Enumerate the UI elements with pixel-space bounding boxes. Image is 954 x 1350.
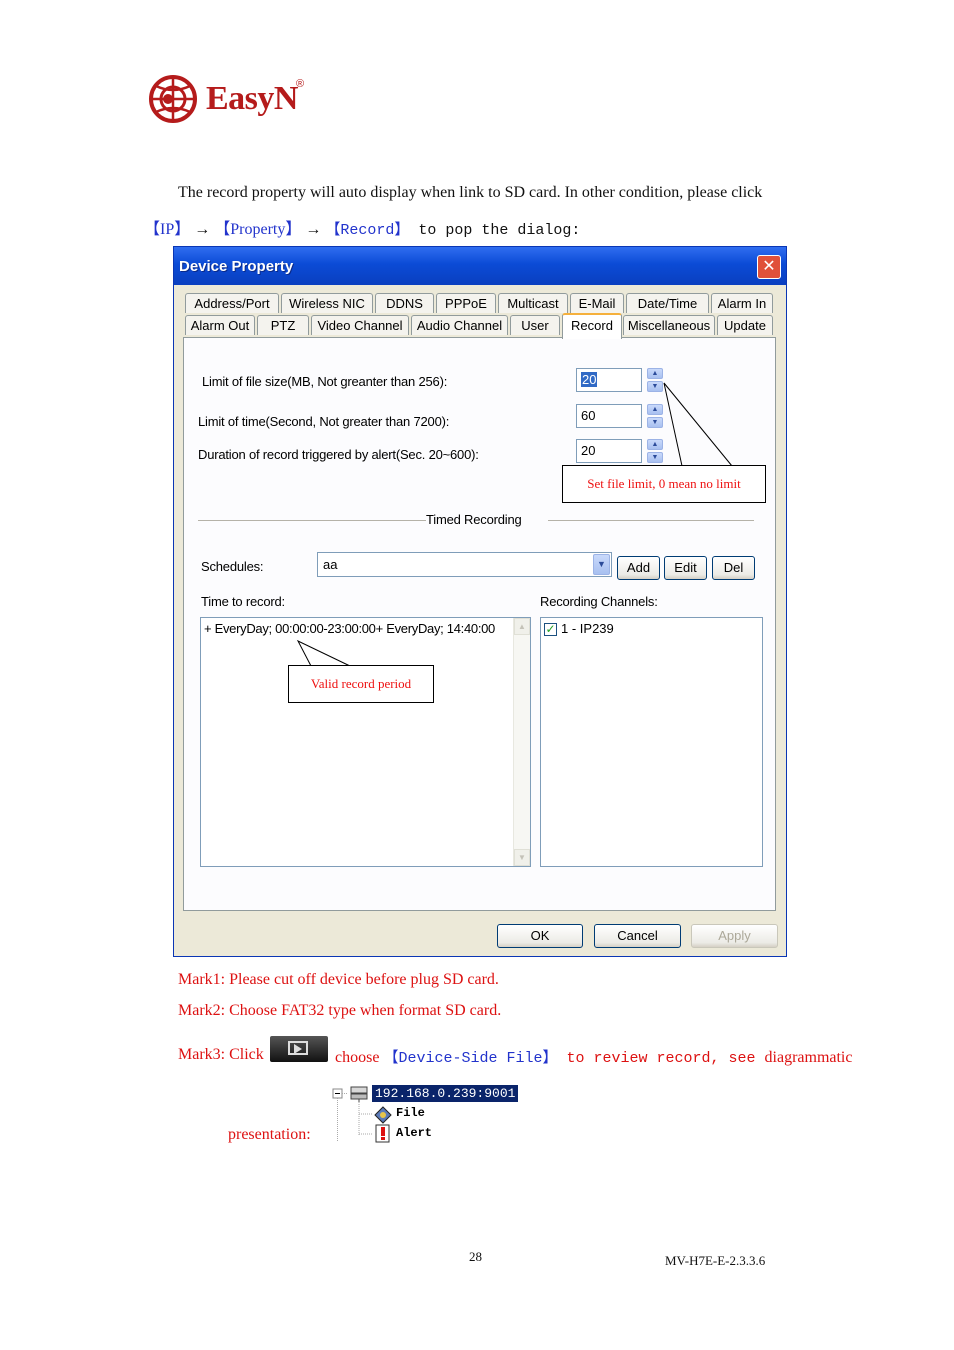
intro-line-1: The record property will auto display wh…: [178, 184, 763, 201]
apply-button[interactable]: Apply: [691, 924, 778, 948]
mark-3-diagrammatic: diagrammatic: [764, 1049, 853, 1066]
chevron-down-icon[interactable]: ▼: [593, 554, 610, 575]
easyn-logo: EasyN ®: [148, 72, 318, 128]
mark-3-prefix: Mark3: Click: [178, 1046, 264, 1063]
time-limit-label: Limit of time(Second, Not greater than 7…: [198, 414, 450, 429]
del-button[interactable]: Del: [712, 556, 755, 580]
mark-2: Mark2: Choose FAT32 type when format SD …: [178, 1002, 502, 1019]
list-scrollbar[interactable]: ▲ ▼: [513, 618, 530, 866]
server-icon: [350, 1086, 368, 1102]
dialog-title: Device Property: [179, 258, 294, 275]
tab-ddns[interactable]: DDNS: [375, 293, 434, 313]
tab-alarm-out[interactable]: Alarm Out: [185, 315, 255, 335]
schedules-label: Schedules:: [201, 559, 264, 574]
dialog-titlebar: Device Property ✕: [174, 247, 786, 285]
ok-button[interactable]: OK: [497, 924, 583, 948]
tab-email[interactable]: E-Mail: [570, 293, 624, 313]
device-tree: 192.168.0.239:9001 File Alert: [330, 1082, 520, 1146]
callout-file-limit: Set file limit, 0 mean no limit: [562, 465, 766, 503]
tab-pppoe[interactable]: PPPoE: [436, 293, 496, 313]
add-button[interactable]: Add: [617, 556, 660, 580]
tab-multicast[interactable]: Multicast: [498, 293, 568, 313]
tab-wireless-nic[interactable]: Wireless NIC: [281, 293, 373, 313]
tab-update[interactable]: Update: [717, 315, 773, 335]
scroll-up-icon[interactable]: ▲: [514, 618, 530, 635]
cancel-button[interactable]: Cancel: [594, 924, 681, 948]
mark-3-review: to review record, see: [557, 1050, 765, 1067]
alert-icon: [375, 1124, 390, 1143]
duration-input[interactable]: 20: [576, 439, 642, 463]
separator-right: [548, 520, 754, 521]
tab-miscellaneous[interactable]: Miscellaneous: [623, 315, 715, 335]
manual-page: EasyN ® The record property will auto di…: [0, 0, 954, 1350]
globe-logo-icon: [149, 75, 197, 123]
time-to-record-label: Time to record:: [201, 594, 285, 609]
file-size-value: 20: [581, 372, 598, 387]
duration-label: Duration of record triggered by alert(Se…: [198, 447, 479, 462]
file-icon: [374, 1106, 392, 1124]
tree-node-file[interactable]: File: [396, 1105, 425, 1122]
tree-node-alert[interactable]: Alert: [396, 1125, 432, 1142]
device-property-dialog: Device Property ✕ Address/Port Wireless …: [173, 246, 787, 957]
scroll-down-icon[interactable]: ▼: [514, 849, 530, 866]
tab-ptz[interactable]: PTZ: [257, 315, 309, 335]
recording-channels-label: Recording Channels:: [540, 594, 658, 609]
edit-button[interactable]: Edit: [664, 556, 707, 580]
registered-mark: ®: [296, 78, 305, 90]
file-size-input[interactable]: 20: [576, 368, 642, 392]
schedules-value: aa: [323, 557, 338, 572]
tab-alarm-in[interactable]: Alarm In: [711, 293, 773, 313]
callout-pointer-file-limit: [663, 382, 733, 467]
tab-date-time[interactable]: Date/Time: [626, 293, 709, 313]
page-number: 28: [469, 1249, 482, 1264]
tab-user[interactable]: User: [510, 315, 560, 335]
ip-menu-ref: 【IP】: [144, 221, 191, 238]
device-side-file-ref: 【Device-Side File】: [383, 1050, 558, 1067]
intro-line-2: 【IP】 → 【Property】 → 【Record】 to pop the …: [144, 215, 580, 239]
file-size-label: Limit of file size(MB, Not greanter than…: [202, 374, 448, 389]
channel-checkbox[interactable]: ✓: [544, 623, 557, 636]
arrow-1: →: [190, 221, 215, 238]
tab-address-port[interactable]: Address/Port: [185, 293, 279, 313]
intro-tail: to pop the dialog:: [409, 222, 581, 239]
record-menu-ref: 【Record】: [325, 222, 410, 239]
schedules-select[interactable]: aa ▼: [317, 552, 612, 577]
tab-record[interactable]: Record: [562, 313, 622, 339]
separator-left: [198, 520, 426, 521]
timed-recording-heading: Timed Recording: [426, 512, 522, 527]
device-side-file-icon: [270, 1036, 328, 1062]
channel-item-label: 1 - IP239: [561, 621, 614, 636]
list-item[interactable]: + EveryDay; 00:00:00-23:00:00+ EveryDay;…: [204, 621, 495, 636]
close-button[interactable]: ✕: [757, 255, 781, 279]
tab-audio-channel[interactable]: Audio Channel: [411, 315, 508, 335]
recording-channels-list[interactable]: ✓ 1 - IP239: [540, 617, 763, 867]
tab-video-channel[interactable]: Video Channel: [311, 315, 409, 335]
presentation-label: presentation:: [228, 1126, 311, 1143]
arrow-2: →: [301, 221, 326, 238]
time-limit-input[interactable]: 60: [576, 404, 642, 428]
mark-3-choose: choose: [335, 1049, 380, 1066]
mark-3-rest: choose 【Device-Side File】 to review reco…: [335, 1046, 852, 1067]
document-code: MV-H7E-E-2.3.3.6: [665, 1253, 766, 1268]
tree-node-device[interactable]: 192.168.0.239:9001: [372, 1085, 519, 1102]
property-menu-ref: 【Property】: [214, 221, 302, 238]
callout-valid-period: Valid record period: [288, 665, 434, 703]
time-to-record-list[interactable]: + EveryDay; 00:00:00-23:00:00+ EveryDay;…: [200, 617, 531, 867]
mark-1: Mark1: Please cut off device before plug…: [178, 971, 499, 988]
logo-wordmark: EasyN: [206, 80, 298, 117]
